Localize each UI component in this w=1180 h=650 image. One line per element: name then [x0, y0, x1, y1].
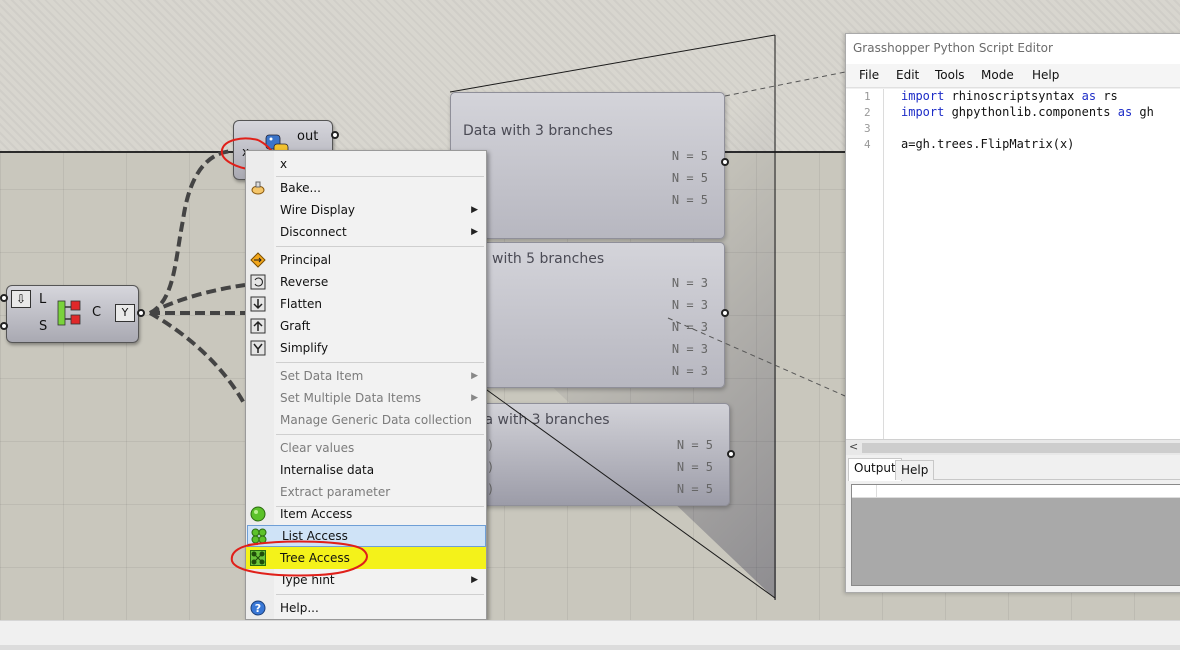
horizontal-scrollbar[interactable]: <	[846, 439, 1180, 455]
line-number-gutter: 1 2 3 4	[846, 89, 884, 439]
menu-item-disconnect[interactable]: Disconnect ▶	[246, 221, 486, 243]
red-annotation-oval	[230, 540, 368, 577]
menu-separator	[276, 246, 484, 247]
menu-item-reverse[interactable]: Reverse	[246, 271, 486, 293]
submenu-arrow-icon: ▶	[471, 205, 478, 215]
menu-item-bake[interactable]: Bake...	[246, 177, 486, 199]
menu-item-principal[interactable]: Principal	[246, 249, 486, 271]
simplify-icon: Y	[115, 304, 135, 322]
line-number: 2	[864, 106, 871, 119]
projection-dashed-line	[724, 71, 846, 97]
projection-dashed-line	[667, 317, 846, 397]
graft-icon	[250, 318, 266, 334]
menu-header-x: x	[280, 157, 288, 171]
menu-item-clear-values: Clear values	[280, 441, 355, 455]
submenu-arrow-icon: ▶	[471, 575, 478, 585]
tab-output[interactable]: Output	[848, 458, 902, 481]
output-pane	[851, 484, 1180, 586]
submenu-arrow-icon: ▶	[471, 227, 478, 237]
parameter-context-menu: x Bake... Wire Display ▶ Disconnect ▶ Prin…	[230, 150, 487, 620]
menu-separator	[276, 434, 484, 435]
code-line-1: import rhinoscriptsyntax as rs	[901, 89, 1118, 103]
output-header	[852, 485, 1180, 498]
menu-item-graft[interactable]: Graft	[246, 315, 486, 337]
line-number: 3	[864, 122, 871, 135]
input-label-s: S	[39, 319, 48, 334]
reverse-icon	[250, 274, 266, 290]
editor-bottom-tabs: Output Help	[848, 458, 1180, 481]
principal-icon	[250, 252, 266, 268]
output-label-c: C	[92, 305, 102, 320]
menu-separator	[276, 362, 484, 363]
projection-line	[449, 34, 776, 93]
menu-file[interactable]: File	[859, 68, 879, 82]
input-label-l: L	[39, 292, 47, 307]
line-number: 4	[864, 138, 871, 151]
scroll-left-icon[interactable]: <	[849, 440, 858, 453]
flatten-icon	[250, 296, 266, 312]
menu-item-internalise-data[interactable]: Internalise data	[246, 459, 486, 481]
code-editor[interactable]: 1 2 3 4 import rhinoscriptsyntax as rs i…	[846, 89, 1180, 439]
menu-item-flatten[interactable]: Flatten	[246, 293, 486, 315]
menu-item-extract-parameter: Extract parameter	[280, 485, 391, 499]
svg-text:?: ?	[255, 602, 261, 615]
menu-item-help[interactable]: ? Help...	[246, 597, 486, 619]
python-script-editor-window: Grasshopper Python Script Editor File Ed…	[845, 33, 1180, 593]
menu-item-manage-generic-data: Manage Generic Data collection	[280, 413, 472, 427]
code-line-4: a=gh.trees.FlipMatrix(x)	[901, 137, 1075, 151]
menu-mode[interactable]: Mode	[981, 68, 1014, 82]
output-label-out: out	[297, 129, 319, 144]
menu-item-wire-display[interactable]: Wire Display ▶	[246, 199, 486, 221]
menu-separator	[276, 594, 484, 595]
wire-c-to-panel-bottom	[149, 311, 247, 406]
bake-icon	[250, 180, 266, 196]
help-icon: ?	[250, 600, 266, 616]
item-access-icon	[250, 506, 266, 522]
submenu-arrow-icon: ▶	[471, 371, 478, 381]
editor-menubar: File Edit Tools Mode Help	[846, 64, 1180, 88]
merge-icon	[57, 299, 83, 327]
line-number: 1	[864, 90, 871, 103]
merge-output-port-c[interactable]	[137, 309, 145, 317]
status-bar-bottom	[0, 645, 1180, 650]
merge-input-port-s[interactable]	[0, 322, 8, 330]
scrollbar-thumb[interactable]	[862, 443, 1180, 453]
merge-component[interactable]: ⇩ L S C Y	[6, 285, 139, 343]
editor-title-bar: Grasshopper Python Script Editor	[846, 34, 1180, 64]
menu-help[interactable]: Help	[1032, 68, 1059, 82]
menu-item-item-access[interactable]: Item Access	[246, 503, 486, 525]
arrow-down-icon: ⇩	[11, 290, 31, 308]
status-bar	[0, 620, 1180, 650]
menu-edit[interactable]: Edit	[896, 68, 919, 82]
simplify-icon	[250, 340, 266, 356]
tab-help[interactable]: Help	[895, 460, 935, 480]
menu-item-simplify[interactable]: Simplify	[246, 337, 486, 359]
menu-item-set-data-item: Set Data Item ▶	[246, 365, 486, 387]
menu-item-set-multiple-data-items: Set Multiple Data Items ▶	[246, 387, 486, 409]
merge-input-port-l[interactable]	[0, 294, 8, 302]
python-output-port[interactable]	[331, 131, 339, 139]
submenu-arrow-icon: ▶	[471, 393, 478, 403]
projection-line	[479, 384, 776, 599]
code-line-2: import ghpythonlib.components as gh	[901, 105, 1154, 119]
menu-tools[interactable]: Tools	[935, 68, 965, 82]
